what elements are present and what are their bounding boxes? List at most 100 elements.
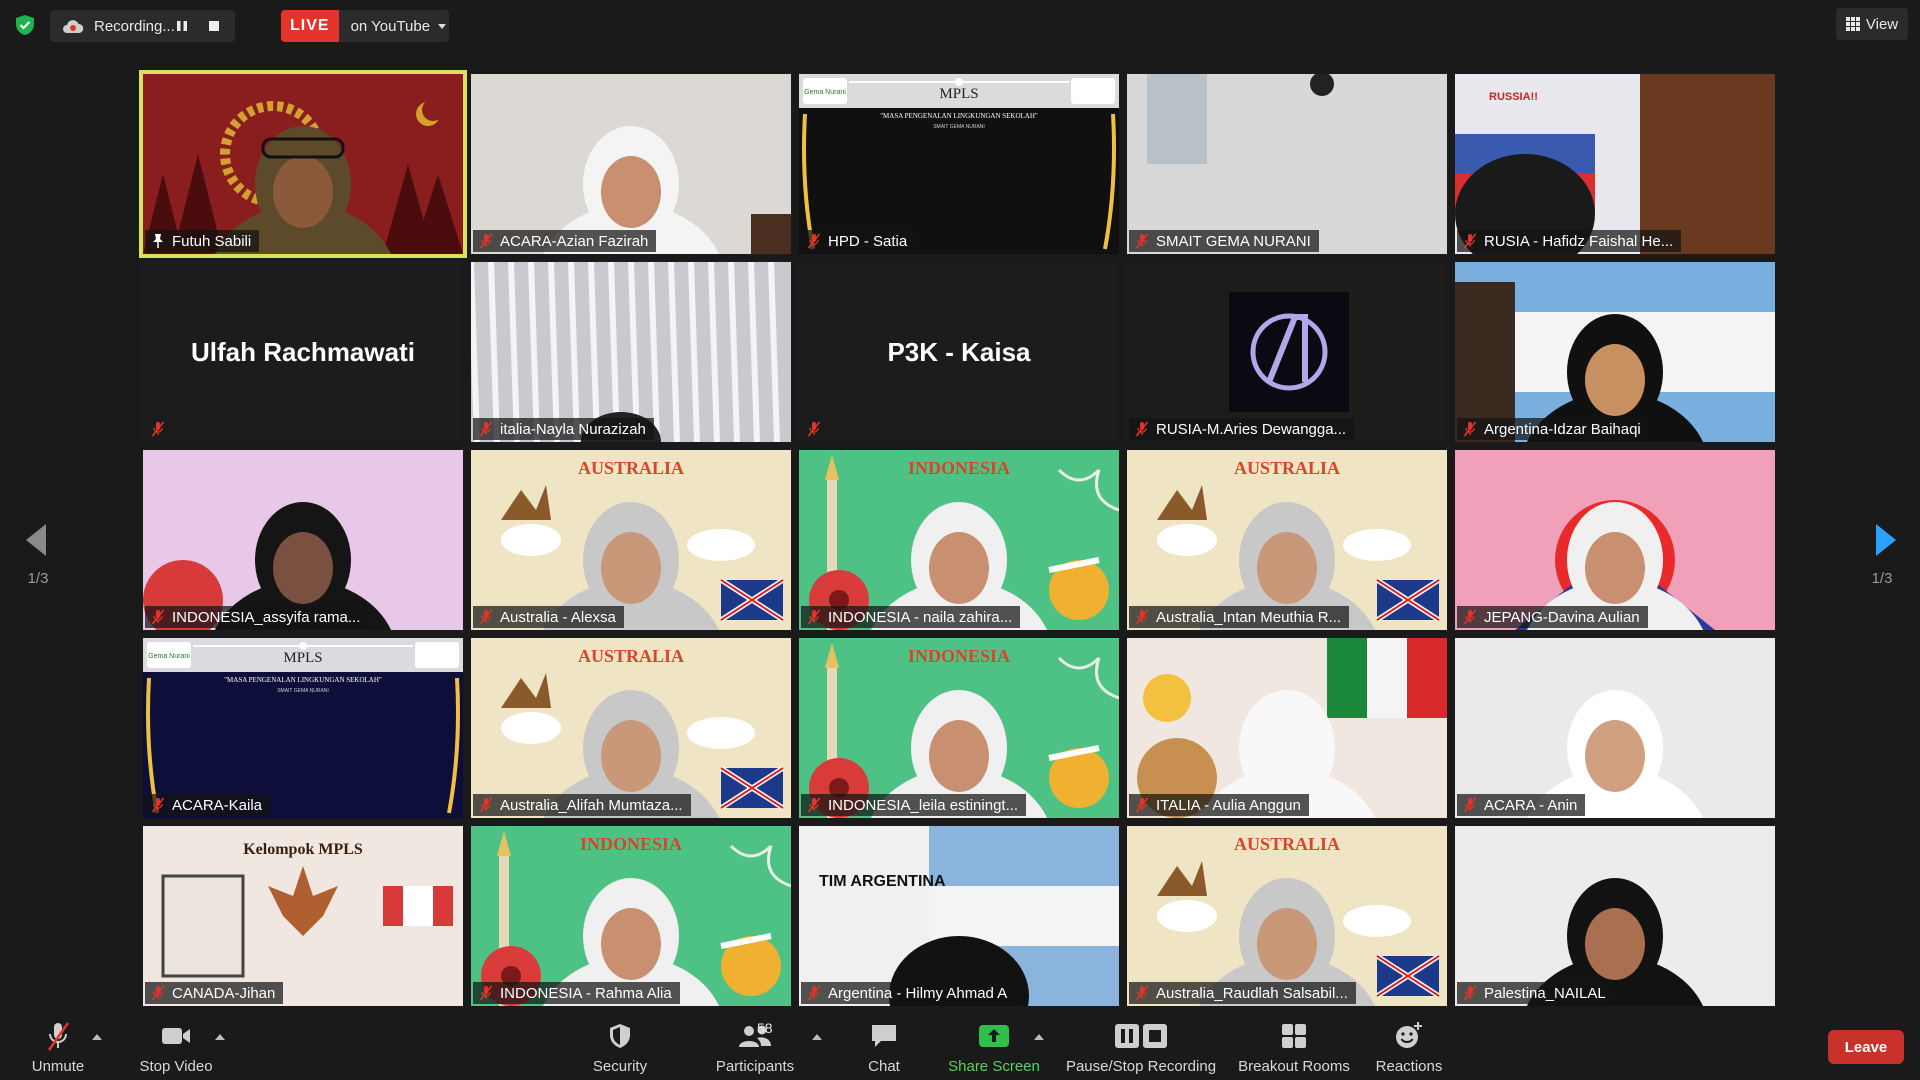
participant-nameplate: INDONESIA_assyifa rama... (145, 606, 369, 628)
security-label: Security (592, 1058, 648, 1075)
participant-tile[interactable]: Futuh Sabili (139, 70, 467, 258)
participant-tile[interactable]: MPLS "MASA PENGENALAN LINGKUNGAN SEKOLAH"… (143, 638, 463, 818)
participant-tile[interactable]: INDONESIA_assyifa rama... (143, 450, 463, 630)
participant-nameplate: ACARA - Anin (1457, 794, 1586, 816)
pause-stop-recording-icon (1115, 1024, 1167, 1048)
pause-stop-recording-label: Pause/Stop Recording (1065, 1058, 1217, 1075)
muted-microphone-icon (479, 609, 493, 625)
participant-nameplate: JEPANG-Davina Aulian (1457, 606, 1648, 628)
participant-tile[interactable]: INDONESIA INDONESIA - naila zahira... (799, 450, 1119, 630)
video-options-chevron-up-icon[interactable] (215, 1034, 225, 1040)
participant-name: INDONESIA - Rahma Alia (500, 984, 672, 1002)
participant-tile[interactable]: Ulfah Rachmawati (143, 262, 463, 442)
stop-recording-icon[interactable] (206, 18, 222, 34)
participant-video (1127, 262, 1447, 442)
theme-banner: AUSTRALIA (578, 458, 684, 478)
mpls-subtitle: "MASA PENGENALAN LINGKUNGAN SEKOLAH" (880, 112, 1038, 120)
participant-video: AUSTRALIA (1127, 450, 1447, 630)
participant-tile[interactable]: SMAIT GEMA NURANI (1127, 74, 1447, 254)
breakout-rooms-button[interactable]: Breakout Rooms (1236, 1018, 1352, 1075)
muted-microphone-icon (151, 797, 165, 813)
audio-options-chevron-up-icon[interactable] (92, 1034, 102, 1040)
gallery-view-grid: Futuh Sabili ACARA-Azian Fazirah MPLS "MASA… (139, 70, 1777, 1006)
pause-stop-recording-button[interactable]: Pause/Stop Recording (1064, 1018, 1218, 1075)
security-shield-icon (610, 1024, 630, 1048)
participant-name: Australia_Raudlah Salsabil... (1156, 984, 1348, 1002)
encryption-shield-icon[interactable] (14, 14, 36, 36)
participant-name: ACARA-Azian Fazirah (500, 232, 649, 250)
grid-view-icon (1845, 17, 1860, 31)
participant-tile[interactable]: INDONESIA INDONESIA_leila estiningt... (799, 638, 1119, 818)
participant-tile[interactable]: TIM ARGENTINA Argentina - Hilmy Ahmad A (799, 826, 1119, 1006)
security-button[interactable]: Security (588, 1018, 652, 1075)
unmute-button[interactable]: Unmute (26, 1018, 90, 1075)
pause-recording-icon[interactable] (174, 18, 190, 34)
view-button[interactable]: View (1836, 8, 1908, 40)
participant-name: CANADA-Jihan (172, 984, 276, 1002)
muted-microphone-icon (1135, 233, 1149, 249)
muted-microphone-icon (1135, 985, 1149, 1001)
participant-name: INDONESIA_leila estiningt... (828, 796, 1019, 814)
muted-microphone-icon (1463, 421, 1477, 437)
participant-tile[interactable]: ACARA - Anin (1455, 638, 1775, 818)
next-page-arrow-icon[interactable] (1872, 520, 1900, 560)
participants-button[interactable]: 58 Participants (710, 1018, 800, 1075)
participant-name: Australia - Alexsa (500, 608, 616, 626)
participant-video (471, 74, 791, 254)
participant-video (1127, 74, 1447, 254)
participant-tile[interactable]: ACARA-Azian Fazirah (471, 74, 791, 254)
participant-nameplate: INDONESIA - naila zahira... (801, 606, 1021, 628)
school-logo (1071, 78, 1115, 104)
muted-microphone-icon (807, 421, 821, 437)
participant-name: RUSIA-M.Aries Dewangga... (1156, 420, 1347, 438)
recording-indicator[interactable]: Recording... (50, 10, 235, 42)
participant-tile[interactable]: AUSTRALIA Australia_Raudlah Salsabil... (1127, 826, 1447, 1006)
participant-tile[interactable]: Kelompok MPLS CANADA-Jihan (143, 826, 463, 1006)
participant-tile[interactable]: AUSTRALIA Australia_Alifah Mumtaza... (471, 638, 791, 818)
participant-name: ACARA-Kaila (172, 796, 263, 814)
participant-name: SMAIT GEMA NURANI (1156, 232, 1311, 250)
participant-tile[interactable]: INDONESIA INDONESIA - Rahma Alia (471, 826, 791, 1006)
participant-name: ACARA - Anin (1484, 796, 1578, 814)
participants-label: Participants (715, 1058, 795, 1075)
participant-video: AUSTRALIA (471, 638, 791, 818)
muted-microphone-icon (151, 985, 165, 1001)
participant-nameplate: INDONESIA - Rahma Alia (473, 982, 680, 1004)
participant-tile[interactable]: RUSIA-M.Aries Dewangga... (1127, 262, 1447, 442)
reactions-button[interactable]: Reactions (1374, 1018, 1444, 1075)
share-screen-button[interactable]: Share Screen (946, 1018, 1042, 1075)
previous-page-arrow-icon[interactable] (22, 520, 50, 560)
participant-tile[interactable]: P3K - Kaisa (799, 262, 1119, 442)
participant-tile[interactable]: AUSTRALIA Australia - Alexsa (471, 450, 791, 630)
chevron-down-icon[interactable] (438, 23, 447, 29)
share-options-chevron-up-icon[interactable] (1034, 1034, 1044, 1040)
participant-nameplate: ACARA-Kaila (145, 794, 271, 816)
participant-video: INDONESIA (799, 450, 1119, 630)
participant-tile[interactable]: Palestina_NAILAL (1455, 826, 1775, 1006)
participant-tile[interactable]: AUSTRALIA Australia_Intan Meuthia R... (1127, 450, 1447, 630)
chat-label: Chat (868, 1058, 900, 1075)
meeting-controls-toolbar: Unmute Stop Video Security 58 Participan… (0, 1012, 1920, 1080)
muted-microphone-icon (479, 797, 493, 813)
participant-name: Argentina - Hilmy Ahmad A (828, 984, 1008, 1002)
participant-tile[interactable]: JEPANG-Davina Aulian (1455, 450, 1775, 630)
theme-banner: INDONESIA (580, 834, 682, 854)
livestream-indicator[interactable]: LIVE on YouTube (281, 10, 449, 42)
chat-button[interactable]: Chat (862, 1018, 906, 1075)
participant-name: RUSIA - Hafidz Faishal He... (1484, 232, 1674, 250)
participant-tile[interactable]: MPLS "MASA PENGENALAN LINGKUNGAN SEKOLAH"… (799, 74, 1119, 254)
participants-options-chevron-up-icon[interactable] (812, 1034, 822, 1040)
participant-nameplate: CANADA-Jihan (145, 982, 284, 1004)
participant-tile[interactable]: italia-Nayla Nurazizah (471, 262, 791, 442)
participant-nameplate (145, 418, 180, 440)
participant-video: INDONESIA (471, 826, 791, 1006)
participant-tile[interactable]: RUSSIA!! RUSIA - Hafidz Faishal He... (1455, 74, 1775, 254)
stop-video-button[interactable]: Stop Video (134, 1018, 218, 1075)
participant-tile[interactable]: ITALIA - Aulia Anggun (1127, 638, 1447, 818)
reactions-label: Reactions (1375, 1058, 1443, 1075)
leave-button[interactable]: Leave (1828, 1030, 1904, 1064)
participant-name: Australia_Alifah Mumtaza... (500, 796, 683, 814)
participant-nameplate (801, 418, 836, 440)
participants-count: 58 (757, 1020, 773, 1036)
participant-tile[interactable]: Argentina-Idzar Baihaqi (1455, 262, 1775, 442)
